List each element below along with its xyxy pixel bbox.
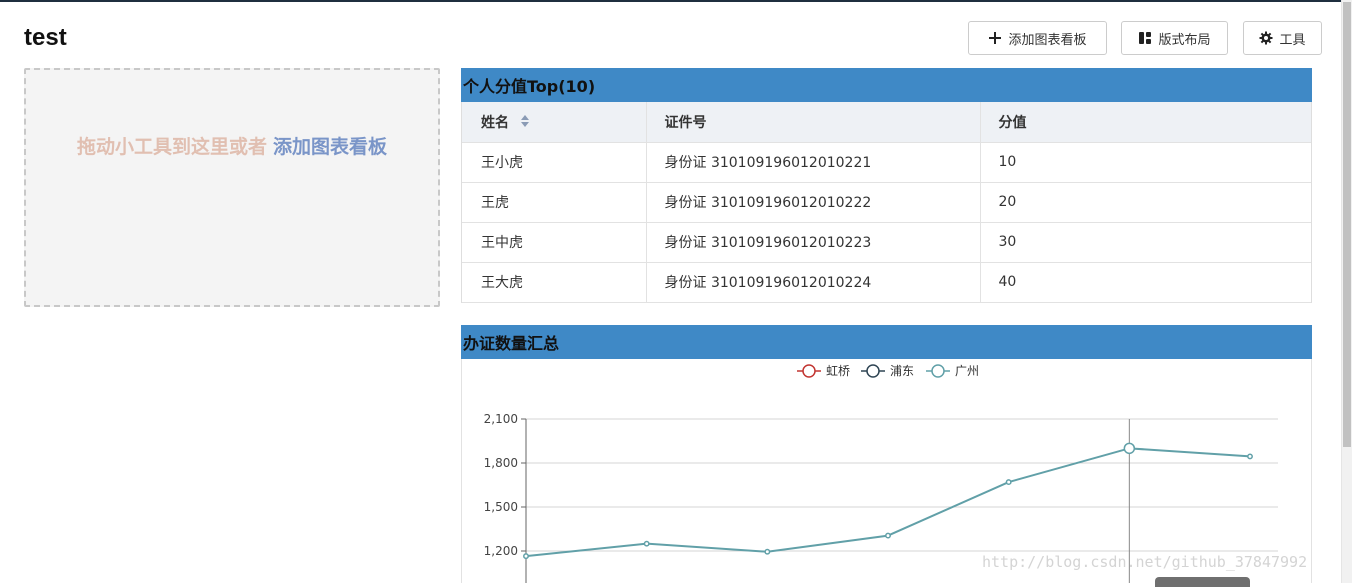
drop-zone-add-link[interactable]: 添加图表看板 xyxy=(273,136,387,158)
cell-name: 王小虎 xyxy=(462,142,647,183)
widget-drop-zone[interactable]: 拖动小工具到这里或者 添加图表看板 xyxy=(24,68,440,307)
layout-label: 版式布局 xyxy=(1158,32,1211,48)
tools-label: 工具 xyxy=(1279,32,1306,48)
chart-svg: 2,100 1,800 1,500 1,200 虹桥 浦东 广州 xyxy=(484,364,1278,583)
legend-label: 浦东 xyxy=(890,364,914,378)
column-header-name[interactable]: 姓名 xyxy=(462,102,647,143)
panel-header-top-scores[interactable]: 个人分值Top(10) xyxy=(461,68,1312,102)
watermark-text: http://blog.csdn.net/github_37847992 xyxy=(982,553,1308,571)
cell-id-number: 身份证 310109196012010221 xyxy=(646,142,981,183)
cell-score: 30 xyxy=(980,222,1311,263)
data-point xyxy=(523,553,529,560)
cell-id-number: 身份证 310109196012010222 xyxy=(646,182,981,223)
layout-button[interactable]: 版式布局 xyxy=(1121,21,1228,55)
add-chart-board-label: 添加图表看板 xyxy=(1008,32,1087,48)
table-row[interactable]: 王大虎 身份证 310109196012010224 40 xyxy=(462,262,1311,303)
plus-icon xyxy=(988,31,1002,45)
page-title: test xyxy=(24,24,67,51)
cell-name: 王中虎 xyxy=(462,222,647,263)
data-point xyxy=(885,532,891,539)
top-border xyxy=(0,0,1352,2)
y-tick-label: 1,500 xyxy=(484,500,518,514)
cell-name: 王虎 xyxy=(462,182,647,223)
drop-zone-text: 拖动小工具到这里或者 xyxy=(76,136,267,158)
table-row[interactable]: 王小虎 身份证 310109196012010221 10 xyxy=(462,142,1311,183)
data-point xyxy=(1123,442,1136,455)
legend-label: 虹桥 xyxy=(826,364,850,378)
panel-header-cert-summary[interactable]: 办证数量汇总 xyxy=(461,325,1312,359)
columns-icon xyxy=(1138,31,1152,45)
cell-id-number: 身份证 310109196012010223 xyxy=(646,222,981,263)
data-point xyxy=(1247,453,1253,460)
series-line-广州 xyxy=(525,447,1251,558)
tools-button[interactable]: 工具 xyxy=(1243,21,1322,55)
legend-marker xyxy=(802,364,816,378)
scores-table: 姓名 证件号 分值 王小虎 身份证 310109196012010221 10 王虎身… xyxy=(462,102,1311,303)
cell-score: 10 xyxy=(980,142,1311,183)
scrollbar-thumb[interactable] xyxy=(1343,2,1351,447)
chart-tooltip xyxy=(1155,577,1250,587)
table-row[interactable]: 王中虎 身份证 310109196012010223 30 xyxy=(462,222,1311,263)
cell-id-number: 身份证 310109196012010224 xyxy=(646,262,981,303)
line-chart[interactable]: 2,100 1,800 1,500 1,200 虹桥 浦东 广州 xyxy=(461,359,1312,583)
data-point xyxy=(764,548,771,555)
data-point xyxy=(1005,479,1012,486)
cell-name: 王大虎 xyxy=(462,262,647,303)
add-chart-board-button[interactable]: 添加图表看板 xyxy=(968,21,1107,55)
column-header-score[interactable]: 分值 xyxy=(980,102,1311,143)
gear-icon xyxy=(1259,31,1273,45)
legend-label: 广州 xyxy=(955,364,979,378)
table-row[interactable]: 王虎 身份证 310109196012010222 20 xyxy=(462,182,1311,223)
legend-marker xyxy=(931,364,945,378)
scores-table-container: 姓名 证件号 分值 王小虎 身份证 310109196012010221 10 王虎身… xyxy=(461,102,1312,303)
y-tick-label: 2,100 xyxy=(484,412,518,426)
y-tick-label: 1,800 xyxy=(484,456,518,470)
sort-icon[interactable] xyxy=(520,114,530,132)
table-header-row: 姓名 证件号 分值 xyxy=(462,102,1311,143)
legend-marker xyxy=(866,364,880,378)
cell-score: 40 xyxy=(980,262,1311,303)
y-tick-label: 1,200 xyxy=(484,544,518,558)
page-scrollbar[interactable] xyxy=(1341,0,1352,583)
data-point xyxy=(643,540,650,547)
cell-score: 20 xyxy=(980,182,1311,223)
column-header-id-number[interactable]: 证件号 xyxy=(646,102,981,143)
